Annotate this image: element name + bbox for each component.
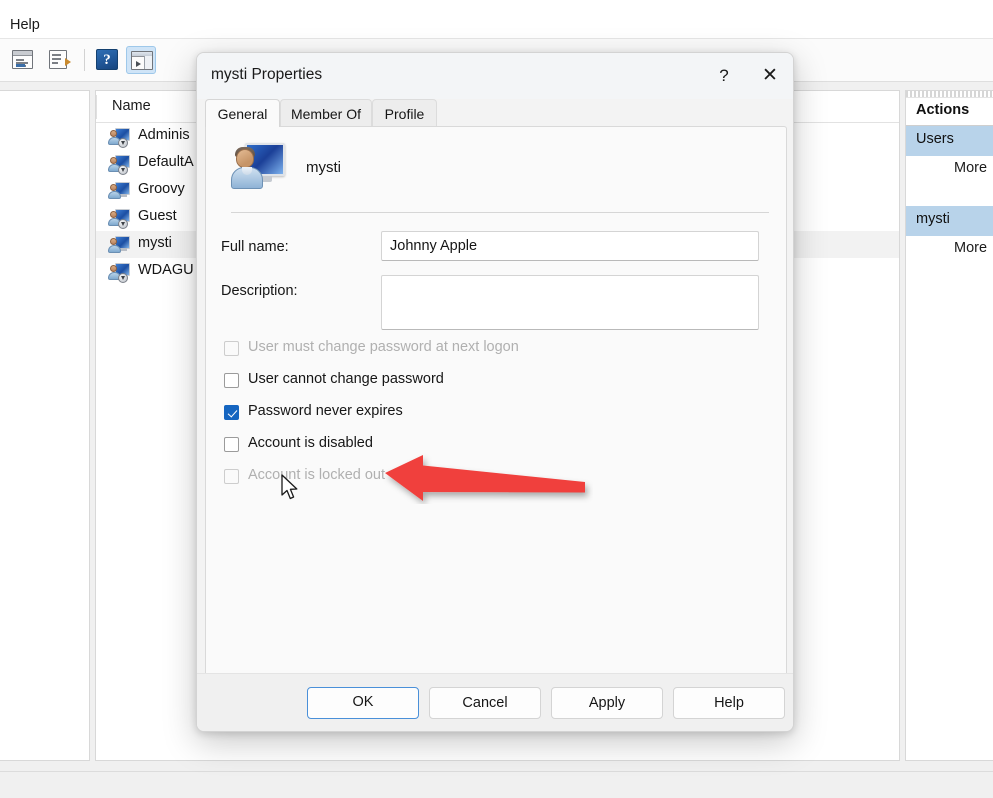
actions-more-label: More [954,160,988,176]
checkbox-box[interactable] [224,405,239,420]
properties-dialog: mysti Properties ? ✕ General Member Of P… [196,52,794,732]
checkbox-label[interactable]: User cannot change password [248,371,444,387]
toolbar-properties-button[interactable] [8,46,38,74]
apply-button[interactable]: Apply [551,687,663,719]
checkbox-box [224,341,239,356]
actions-more-label: More [954,240,988,256]
dialog-title: mysti Properties [211,66,323,83]
full-name-input[interactable]: Johnny Apple [381,231,759,261]
user-avatar-icon [231,141,285,193]
checkbox-box[interactable] [224,373,239,388]
checkbox-box[interactable] [224,437,239,452]
screen: Help ? Name Adminis DefaultA Groovy Gues… [0,0,993,798]
actions-group-header: Users [916,131,954,147]
actions-group-users[interactable]: Users [906,126,993,156]
checkbox-label: User must change password at next logon [248,339,519,355]
actions-pane-title: Actions [916,102,970,118]
console-tree-pane: nent (Local) ler s ers nd Groups e ager … [0,90,90,761]
menu-bar: Help [0,0,993,38]
list-item-label: Guest [138,208,177,224]
actions-pane: Actions Users More mysti More [905,90,993,761]
user-account-icon [108,181,130,201]
dialog-help-button[interactable]: ? [701,53,747,99]
user-account-icon [108,154,130,175]
actions-pane-grip[interactable] [906,91,993,98]
tab-general[interactable]: General [205,99,280,127]
tab-member-of[interactable]: Member Of [280,99,372,127]
toolbar-export-list-button[interactable] [44,46,74,74]
full-name-label: Full name: [221,239,289,255]
dialog-tab-strip: General Member Of Profile [197,99,793,127]
close-icon[interactable]: ✕ [747,53,793,99]
actions-group-header: mysti [916,211,950,227]
checkbox-box [224,469,239,484]
description-input[interactable] [381,275,759,330]
checkbox-label[interactable]: Account is disabled [248,435,373,451]
user-name-label: mysti [306,159,341,176]
list-item-label: WDAGU [138,262,194,278]
user-account-icon [108,262,130,283]
general-tab-panel: mysti Full name: Johnny Apple Descriptio… [205,126,787,726]
divider [231,212,769,213]
list-item-label: DefaultA [138,154,194,170]
actions-more-users[interactable]: More [906,156,993,184]
cancel-button[interactable]: Cancel [429,687,541,719]
full-name-value: Johnny Apple [390,238,478,254]
list-item-label: Groovy [138,181,185,197]
show-action-pane-icon [131,51,153,70]
toolbar-help-button[interactable]: ? [92,46,122,74]
tab-profile[interactable]: Profile [372,99,437,127]
checkbox-label[interactable]: Password never expires [248,403,403,419]
actions-group-mysti[interactable]: mysti [906,206,993,236]
user-account-icon [108,235,130,255]
ok-button[interactable]: OK [307,687,419,719]
status-bar [0,771,993,798]
checkbox-label: Account is locked out [248,467,386,483]
menu-item-help[interactable]: Help [10,17,40,33]
export-list-icon [49,50,71,69]
list-item-label: mysti [138,235,172,251]
list-item-label: Adminis [138,127,190,143]
actions-more-mysti[interactable]: More [906,236,993,264]
column-header-name[interactable]: Name [112,98,151,114]
help-button[interactable]: Help [673,687,785,719]
dialog-footer: OK Cancel Apply Help [197,673,793,731]
properties-icon [12,50,33,69]
toolbar-show-action-pane-button[interactable] [126,46,156,74]
help-icon: ? [96,49,118,70]
user-account-icon [108,208,130,229]
user-account-icon [108,127,130,148]
description-label: Description: [221,283,298,299]
dialog-title-bar: mysti Properties ? ✕ [197,53,793,99]
